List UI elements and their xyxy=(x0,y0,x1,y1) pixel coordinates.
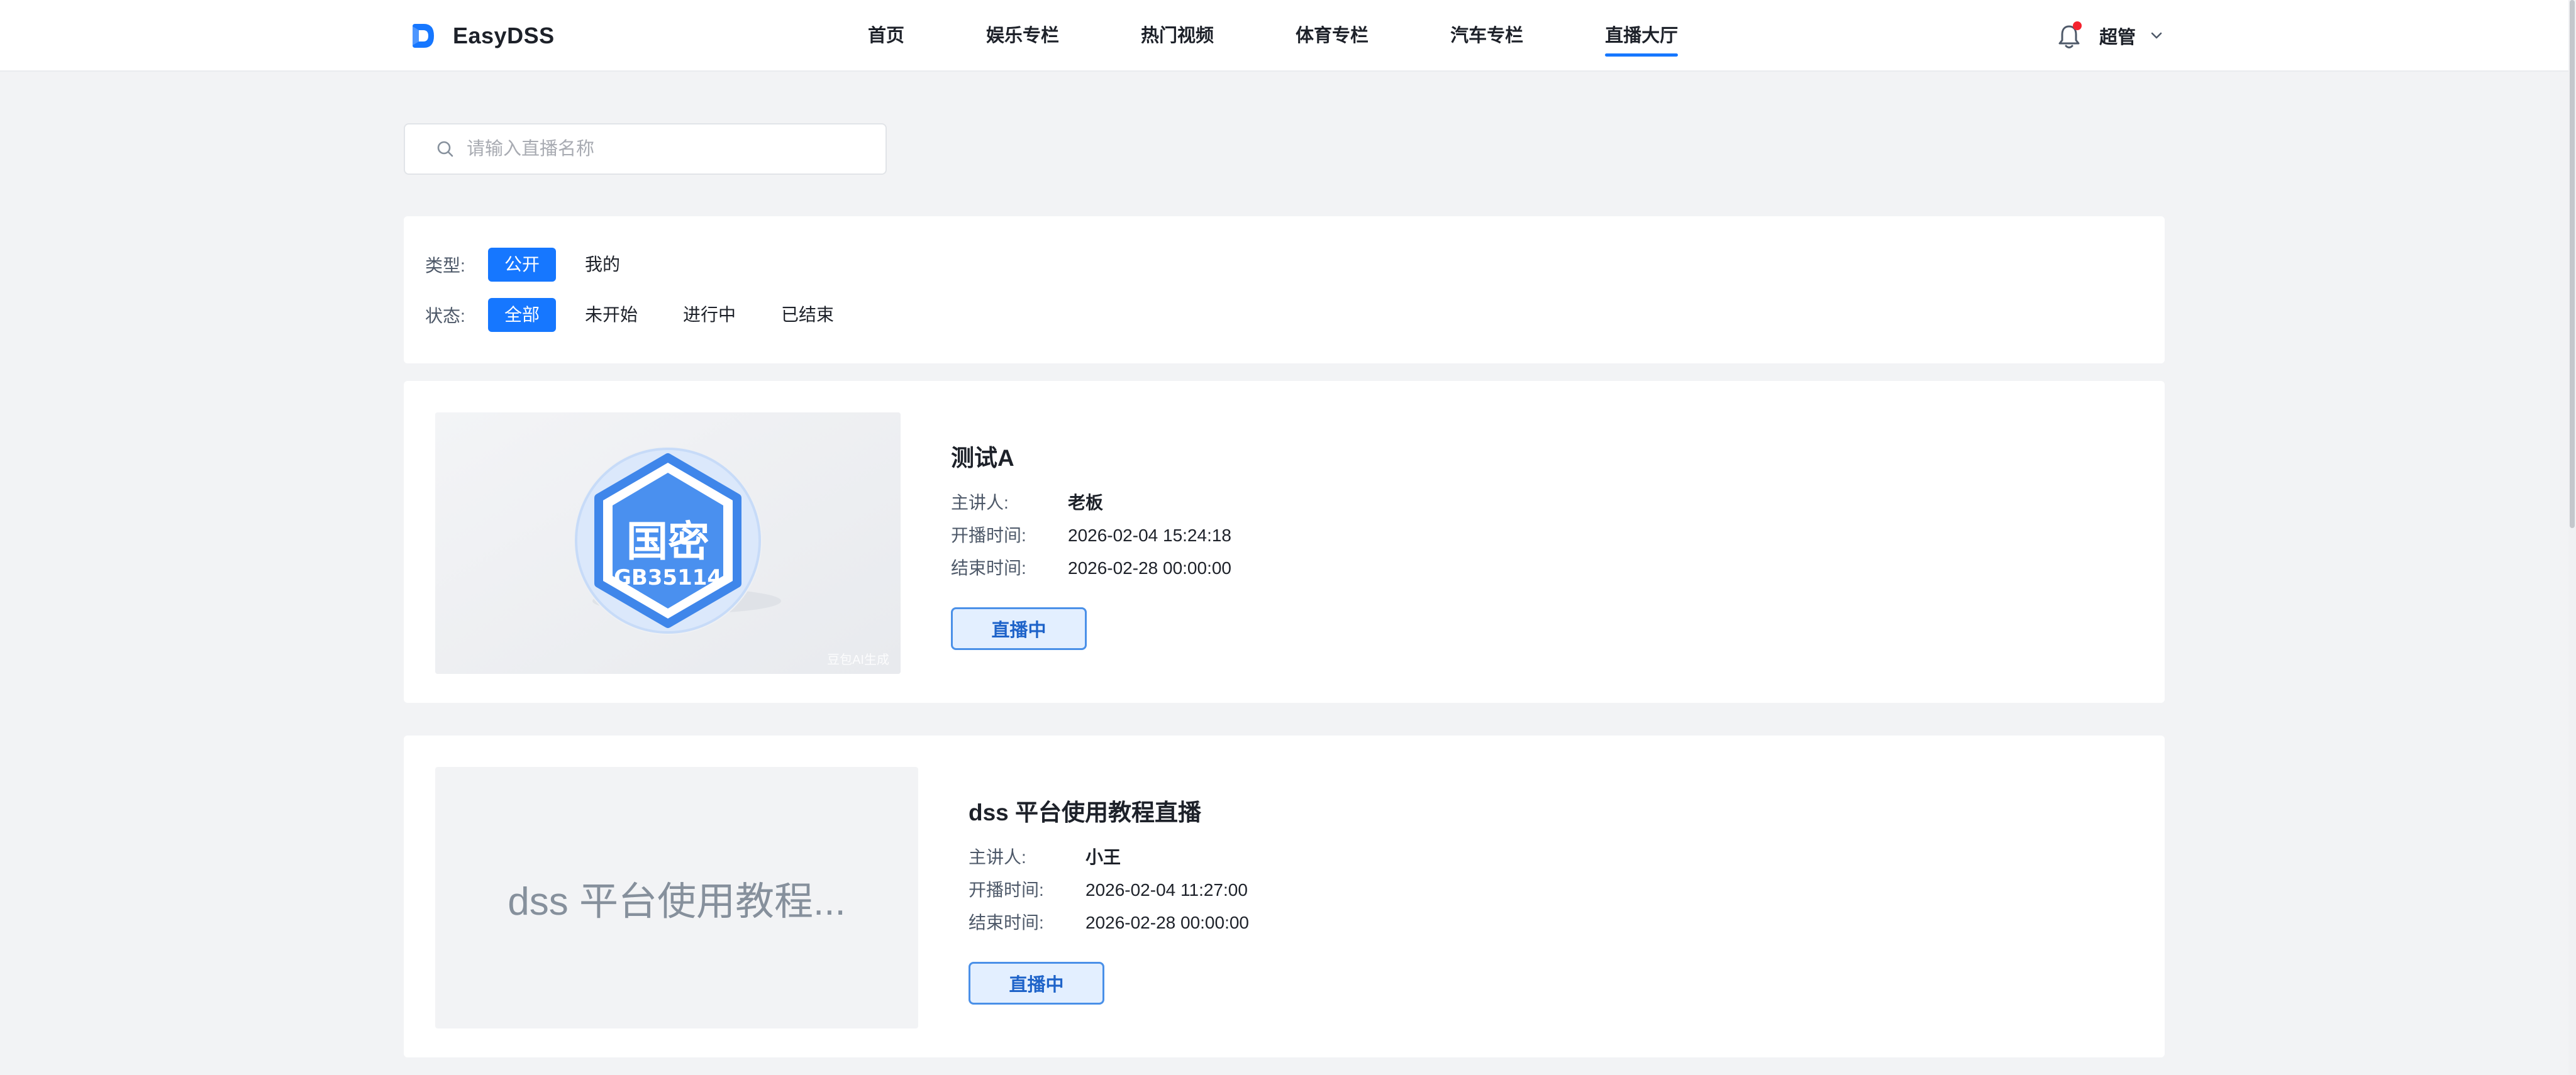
end-time-row: 结束时间: 2026-02-28 00:00:00 xyxy=(969,907,1249,939)
end-time-label: 结束时间: xyxy=(951,558,1026,578)
live-info: 测试A 主讲人: 老板 开播时间: 2026-02-04 15:24:18 结束… xyxy=(951,439,1231,650)
host-row: 主讲人: 老板 xyxy=(951,487,1231,519)
status-filter-label: 状态: xyxy=(425,306,465,326)
easydss-logo-icon xyxy=(413,24,434,48)
filter-panel: 类型: 公开 我的 状态: 全部 未开始 进行中 已结束 xyxy=(404,216,2165,363)
status-filter-row: 状态: 全部 未开始 进行中 已结束 xyxy=(425,298,863,332)
host-value: 老板 xyxy=(1068,493,1104,512)
live-status-button[interactable]: 直播中 xyxy=(951,607,1087,650)
nav-entertainment[interactable]: 娱乐专栏 xyxy=(986,0,1059,72)
brand-name: EasyDSS xyxy=(453,23,555,48)
type-filter-label: 类型: xyxy=(425,256,465,275)
user-name: 超管 xyxy=(2099,28,2136,48)
search-icon xyxy=(437,141,453,157)
live-status-button[interactable]: 直播中 xyxy=(969,962,1104,1005)
type-filter-row: 类型: 公开 我的 xyxy=(425,248,649,282)
live-thumbnail[interactable]: dss 平台使用教程... xyxy=(435,767,918,1028)
start-time-value: 2026-02-04 11:27:00 xyxy=(1085,880,1248,900)
notification-dot xyxy=(2073,21,2082,30)
start-time-label: 开播时间: xyxy=(969,880,1044,900)
status-option-not-started[interactable]: 未开始 xyxy=(569,298,654,332)
start-time-value: 2026-02-04 15:24:18 xyxy=(1068,526,1231,545)
live-title[interactable]: 测试A xyxy=(951,439,1231,473)
status-option-all[interactable]: 全部 xyxy=(488,298,557,332)
notification-bell-button[interactable] xyxy=(2058,21,2082,50)
live-search-box[interactable] xyxy=(404,123,887,175)
end-time-label: 结束时间: xyxy=(969,913,1044,932)
start-time-label: 开播时间: xyxy=(951,526,1026,545)
status-option-ended[interactable]: 已结束 xyxy=(765,298,850,332)
host-row: 主讲人: 小王 xyxy=(969,841,1249,874)
live-info: dss 平台使用教程直播 主讲人: 小王 开播时间: 2026-02-04 11… xyxy=(969,793,1249,1005)
nav-sports[interactable]: 体育专栏 xyxy=(1296,0,1368,72)
svg-text:GB35114: GB35114 xyxy=(614,565,722,590)
thumbnail-watermark: 豆包AI生成 xyxy=(827,653,889,667)
end-time-value: 2026-02-28 00:00:00 xyxy=(1085,913,1249,932)
brand-logo[interactable]: EasyDSS xyxy=(410,23,555,49)
nav-automotive[interactable]: 汽车专栏 xyxy=(1450,0,1523,72)
thumbnail-title-text: dss 平台使用教程... xyxy=(508,880,846,923)
main-nav: 首页 娱乐专栏 热门视频 体育专栏 汽车专栏 直播大厅 xyxy=(868,0,1760,72)
host-label: 主讲人: xyxy=(969,847,1026,867)
start-time-row: 开播时间: 2026-02-04 11:27:00 xyxy=(969,874,1249,907)
type-option-public[interactable]: 公开 xyxy=(488,248,557,282)
nav-live-hall[interactable]: 直播大厅 xyxy=(1605,0,1679,72)
live-title[interactable]: dss 平台使用教程直播 xyxy=(969,793,1249,827)
nav-home[interactable]: 首页 xyxy=(868,0,904,72)
start-time-row: 开播时间: 2026-02-04 15:24:18 xyxy=(951,519,1231,552)
search-input[interactable] xyxy=(467,138,869,160)
gb35114-badge-image: 国密 GB35114 xyxy=(435,412,901,674)
type-option-mine[interactable]: 我的 xyxy=(569,248,636,282)
live-card[interactable]: 国密 GB35114 豆包AI生成 测试A 主讲人: 老板 开播时间: 2026… xyxy=(404,381,2165,703)
top-header: EasyDSS 首页 娱乐专栏 热门视频 体育专栏 汽车专栏 直播大厅 超管 xyxy=(0,0,2568,72)
live-card[interactable]: dss 平台使用教程... dss 平台使用教程直播 主讲人: 小王 开播时间:… xyxy=(404,736,2165,1057)
end-time-row: 结束时间: 2026-02-28 00:00:00 xyxy=(951,552,1231,585)
host-value: 小王 xyxy=(1085,847,1121,867)
nav-hot-videos[interactable]: 热门视频 xyxy=(1141,0,1214,72)
chevron-down-icon xyxy=(2151,32,2162,39)
host-label: 主讲人: xyxy=(951,493,1009,512)
svg-text:国密: 国密 xyxy=(626,517,709,566)
live-thumbnail[interactable]: 国密 GB35114 豆包AI生成 xyxy=(435,412,901,674)
end-time-value: 2026-02-28 00:00:00 xyxy=(1068,558,1231,578)
status-option-in-progress[interactable]: 进行中 xyxy=(667,298,752,332)
scrollbar-thumb[interactable] xyxy=(2570,0,2575,528)
user-menu[interactable]: 超管 xyxy=(2099,23,2163,49)
